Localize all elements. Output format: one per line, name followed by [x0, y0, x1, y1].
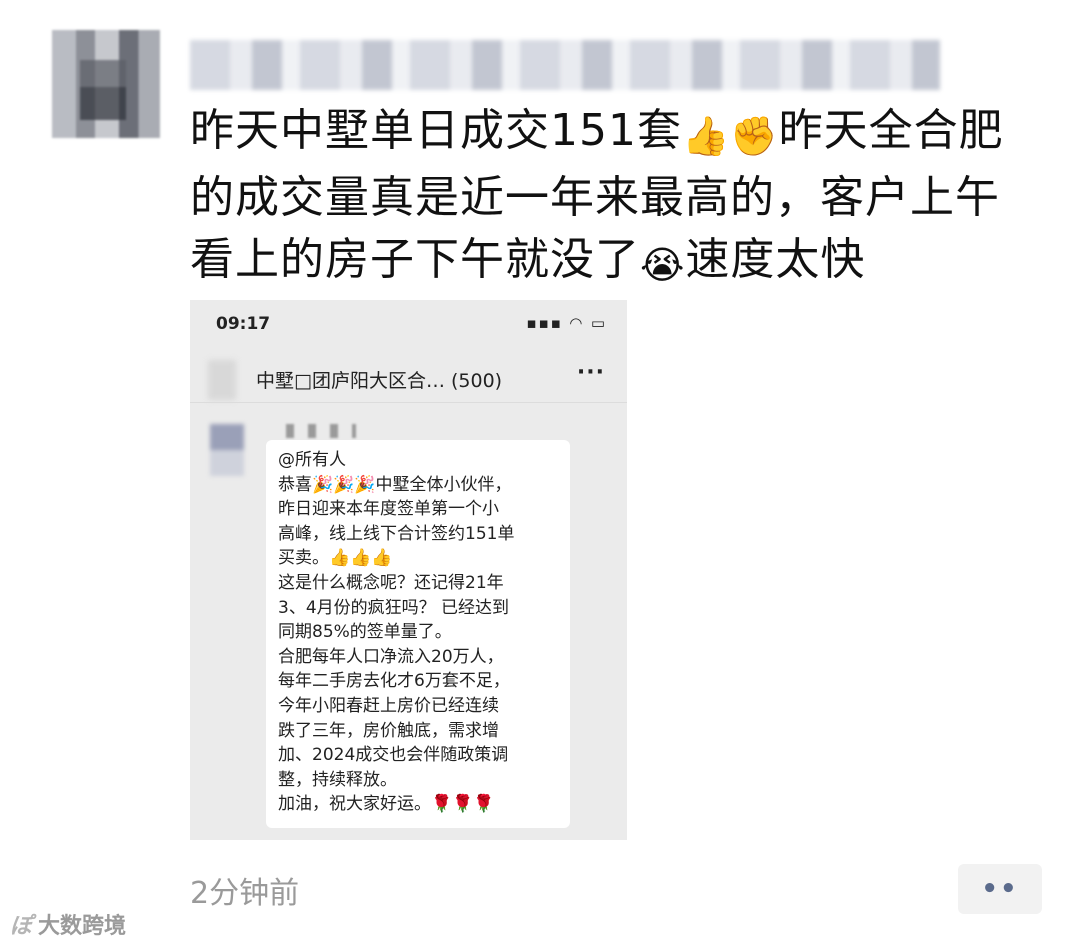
sender-nickname-blurred — [286, 424, 356, 438]
post-line2: 的成交量真是近一年来最高的，客户上午 — [190, 172, 1000, 223]
more-icon: ··· — [576, 360, 605, 385]
attached-chat-screenshot[interactable]: 09:17 ▪▪▪ ◠ ▭ 中墅□团庐阳大区合… (500) ··· @所有人 … — [190, 300, 627, 840]
watermark: ぽ大数跨境 — [10, 908, 126, 940]
watermark-logo-icon: ぽ — [10, 914, 33, 939]
message-text: @所有人 恭喜🎉🎉🎉中墅全体小伙伴， 昨日迎来本年度签单第一个小 高峰，线上线下… — [278, 450, 515, 815]
post-text: 昨天中墅单日成交151套👍✊昨天全合肥 的成交量真是近一年来最高的，客户上午 看… — [190, 100, 1050, 296]
sender-avatar-blurred — [210, 424, 244, 476]
comment-menu-icon[interactable]: •• — [958, 864, 1042, 914]
phone-status-bar: 09:17 ▪▪▪ ◠ ▭ — [216, 314, 607, 338]
post-timestamp: 2分钟前 — [190, 876, 300, 911]
header-divider — [190, 402, 627, 403]
status-icons: ▪▪▪ ◠ ▭ — [526, 314, 607, 332]
group-title: 中墅□团庐阳大区合… (500) — [256, 370, 503, 392]
post-line3: 看上的房子下午就没了 — [190, 234, 640, 285]
chat-header: 中墅□团庐阳大区合… (500) ··· — [190, 356, 627, 400]
author-nickname-blurred[interactable] — [190, 40, 940, 90]
post-line3b: 速度太快 — [685, 234, 866, 285]
author-avatar[interactable] — [52, 30, 160, 138]
post-line1: 昨天中墅单日成交151套 — [190, 105, 682, 156]
fist-emoji: ✊ — [730, 114, 779, 158]
crying-emoji: 😭 — [640, 243, 686, 287]
post-line1b: 昨天全合肥 — [778, 105, 1004, 156]
thumbs-up-emoji: 👍 — [681, 114, 731, 158]
watermark-text: 大数跨境 — [38, 914, 127, 939]
status-time: 09:17 — [216, 314, 271, 334]
